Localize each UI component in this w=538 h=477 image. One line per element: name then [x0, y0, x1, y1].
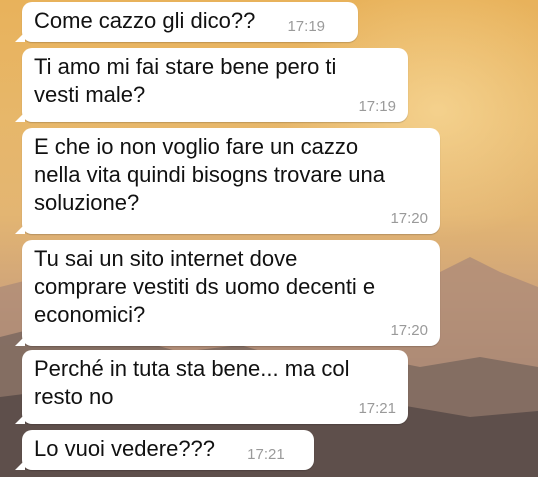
- bubble-tail: [15, 32, 25, 42]
- bubble-tail: [15, 112, 25, 122]
- message-text: Perché in tuta sta bene... ma col resto …: [34, 356, 350, 409]
- message-timestamp: 17:20: [390, 322, 428, 339]
- message-timestamp: 17:20: [390, 210, 428, 227]
- message-bubble[interactable]: Perché in tuta sta bene... ma col resto …: [15, 350, 408, 424]
- bubble-tail: [15, 460, 25, 470]
- message-timestamp: 17:19: [287, 18, 326, 35]
- message-timestamp: 17:21: [247, 446, 285, 463]
- message-timestamp: 17:21: [358, 400, 396, 417]
- message-text: Tu sai un sito internet dove comprare ve…: [34, 246, 376, 327]
- bubble-tail: [15, 336, 25, 346]
- message-text: E che io non voglio fare un cazzo nella …: [34, 134, 386, 215]
- message-text: Come cazzo gli dico??: [34, 8, 256, 33]
- message-bubble[interactable]: Tu sai un sito internet dove comprare ve…: [15, 240, 440, 346]
- bubble-tail: [15, 414, 25, 424]
- message-text: Ti amo mi fai stare bene pero ti vesti m…: [34, 54, 337, 107]
- bubble-tail: [15, 224, 25, 234]
- message-bubble[interactable]: Ti amo mi fai stare bene pero ti vesti m…: [15, 48, 408, 122]
- message-bubble[interactable]: E che io non voglio fare un cazzo nella …: [15, 128, 440, 234]
- message-bubble[interactable]: Lo vuoi vedere??? 17:21: [15, 430, 314, 470]
- message-text: Lo vuoi vedere???: [34, 436, 216, 461]
- message-timestamp: 17:19: [358, 98, 396, 115]
- message-bubble[interactable]: Come cazzo gli dico?? 17:19: [15, 2, 358, 42]
